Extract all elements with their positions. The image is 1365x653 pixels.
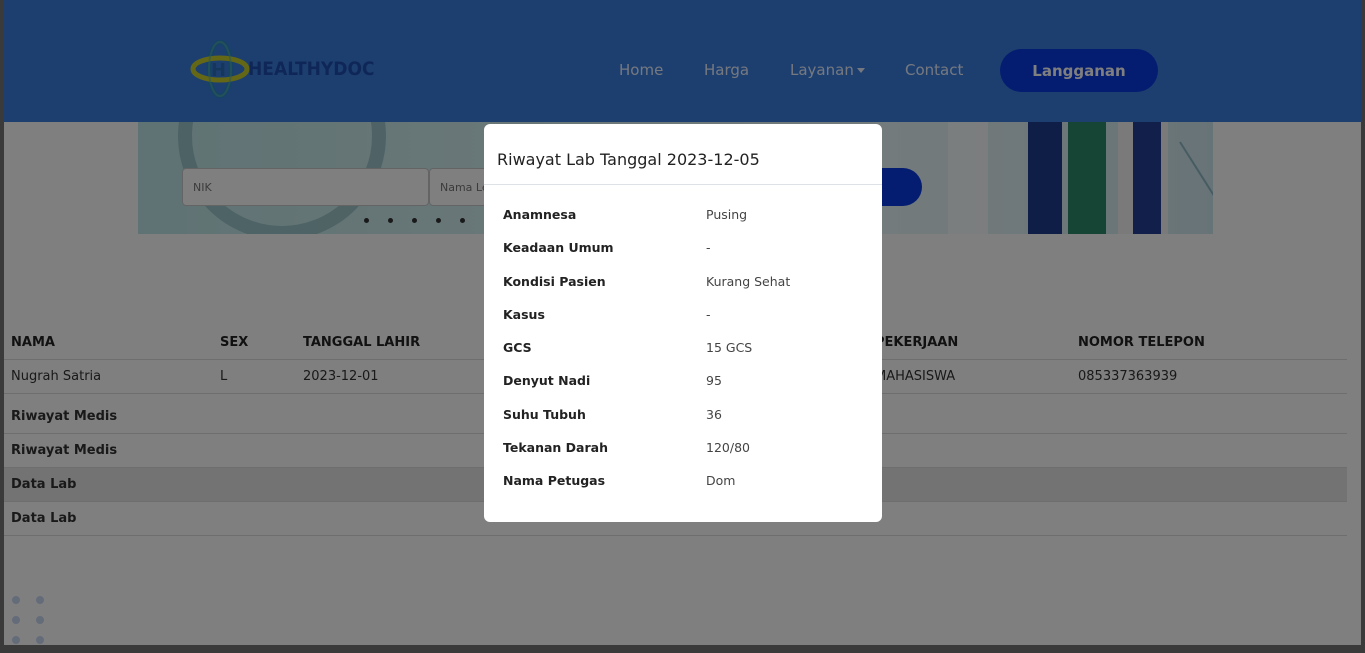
detail-value: Dom [706,473,736,488]
modal-title: Riwayat Lab Tanggal 2023-12-05 [497,150,760,169]
modal-divider [484,184,882,185]
detail-value: 36 [706,407,722,422]
detail-label: Keadaan Umum [503,240,614,255]
detail-label: GCS [503,340,532,355]
lab-history-modal: Riwayat Lab Tanggal 2023-12-05 Anamnesa … [484,124,882,522]
detail-label: Tekanan Darah [503,440,608,455]
detail-label: Anamnesa [503,207,577,222]
detail-label: Suhu Tubuh [503,407,586,422]
detail-value: 120/80 [706,440,750,455]
detail-value: - [706,240,711,255]
detail-label: Kondisi Pasien [503,274,606,289]
detail-value: 95 [706,373,722,388]
page: H HEALTHYDOC Home Harga Layanan Contact … [4,0,1361,645]
detail-label: Kasus [503,307,545,322]
detail-value: Pusing [706,207,748,222]
detail-label: Denyut Nadi [503,373,591,388]
detail-label: Nama Petugas [503,473,606,488]
detail-value: - [706,307,711,322]
detail-value: Kurang Sehat [706,274,791,289]
detail-value: 15 GCS [706,340,753,355]
